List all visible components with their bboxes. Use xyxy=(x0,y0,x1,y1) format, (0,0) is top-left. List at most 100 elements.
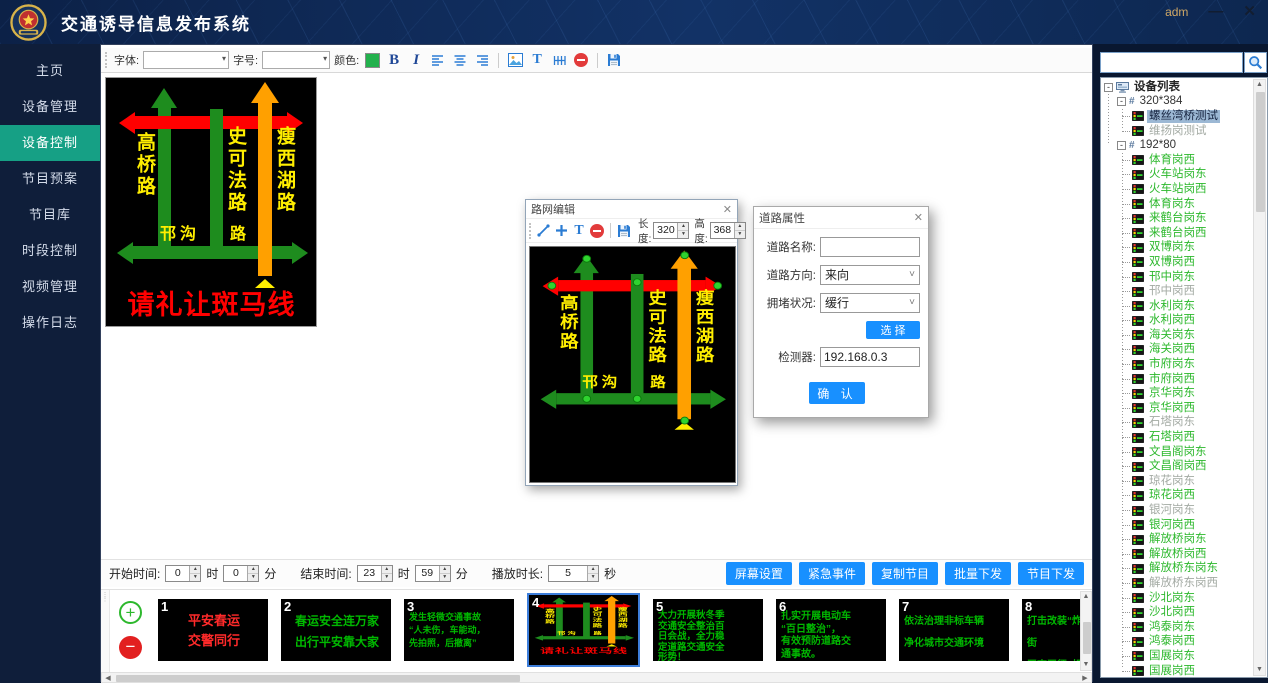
strip-horizontal-scrollbar[interactable]: ◀ ▶ xyxy=(101,672,1092,683)
tree-device[interactable]: 石塔岗东 xyxy=(1101,416,1267,431)
tree-device[interactable]: 石塔岗西 xyxy=(1101,430,1267,445)
line-tool-button[interactable] xyxy=(535,223,551,239)
detector-input[interactable] xyxy=(820,347,920,367)
expand-collapse-icon[interactable]: - xyxy=(1104,83,1113,92)
scrollbar-thumb[interactable] xyxy=(1083,622,1091,654)
scrollbar-thumb[interactable] xyxy=(1256,92,1265,212)
tree-device[interactable]: 体育岗东 xyxy=(1101,197,1267,212)
control-point-dot[interactable] xyxy=(582,394,591,402)
grid-button[interactable] xyxy=(550,51,568,69)
text-tool-button[interactable]: T xyxy=(528,51,546,69)
sidebar-item-operation-log[interactable]: 操作日志 xyxy=(0,305,100,341)
current-user[interactable]: adm xyxy=(1165,5,1188,19)
confirm-button[interactable]: 确 认 xyxy=(809,382,865,404)
bold-button[interactable]: B xyxy=(385,51,403,69)
tree-device[interactable]: 来鹤台岗东 xyxy=(1101,211,1267,226)
tree-scrollbar[interactable]: ▲ ▼ xyxy=(1253,79,1266,676)
batch-send-button[interactable]: 批量下发 xyxy=(945,562,1011,585)
tree-device[interactable]: 螺丝湾桥测试 xyxy=(1101,109,1267,124)
scrollbar-thumb[interactable] xyxy=(116,675,520,682)
program-thumbnail-3[interactable]: 3发生轻微交通事故“人未伤，车能动，先拍照，后撤离” xyxy=(404,599,514,661)
start-minute-stepper[interactable]: 0▲▼ xyxy=(223,565,259,582)
screen-preview[interactable]: 高桥路史可法路瘦西湖路邗沟路请礼让斑马线 xyxy=(105,77,317,327)
tree-device[interactable]: 维扬岗测试 xyxy=(1101,124,1267,139)
font-size-select[interactable] xyxy=(262,51,330,69)
tree-device[interactable]: 解放桥岗东 xyxy=(1101,532,1267,547)
remove-program-button[interactable]: − xyxy=(119,636,142,659)
length-stepper[interactable]: 320▲▼ xyxy=(653,222,689,239)
color-swatch[interactable] xyxy=(363,51,381,69)
save-button[interactable] xyxy=(616,223,632,239)
align-right-button[interactable] xyxy=(473,51,491,69)
tree-device[interactable]: 邗中岗西 xyxy=(1101,284,1267,299)
select-detector-button[interactable]: 选 择 xyxy=(866,321,920,339)
tree-device[interactable]: 琼花岗东 xyxy=(1101,474,1267,489)
tree-device[interactable]: 国展岗西 xyxy=(1101,664,1267,678)
control-point-dot[interactable] xyxy=(680,416,689,424)
tree-group-192x80[interactable]: -#192*80 xyxy=(1101,138,1267,153)
tree-root-device-list[interactable]: -设备列表 xyxy=(1101,80,1267,95)
sidebar-item-device-management[interactable]: 设备管理 xyxy=(0,89,100,125)
tree-device[interactable]: 国展岗东 xyxy=(1101,649,1267,664)
emergency-event-button[interactable]: 紧急事件 xyxy=(799,562,865,585)
scroll-up-icon[interactable]: ▲ xyxy=(1254,81,1265,89)
control-point-dot[interactable] xyxy=(632,394,641,402)
sidebar-item-home[interactable]: 主页 xyxy=(0,53,100,89)
scroll-up-icon[interactable]: ▲ xyxy=(1081,593,1091,601)
road-name-input[interactable] xyxy=(820,237,920,257)
tree-device[interactable]: 海关岗东 xyxy=(1101,328,1267,343)
tree-group-320x384[interactable]: -#320*384 xyxy=(1101,95,1267,110)
tree-device[interactable]: 海关岗西 xyxy=(1101,343,1267,358)
tree-device[interactable]: 解放桥东岗西 xyxy=(1101,576,1267,591)
program-thumbnail-6[interactable]: 6扎实开展电动车“百日整治”，有效预防道路交通事故。 xyxy=(776,599,886,661)
delete-button[interactable] xyxy=(572,51,590,69)
node-tool-button[interactable] xyxy=(553,223,569,239)
program-thumbnail-2[interactable]: 2春运安全连万家出行平安靠大家 xyxy=(281,599,391,661)
congestion-select[interactable]: 缓行 xyxy=(820,293,920,313)
tree-device[interactable]: 琼花岗西 xyxy=(1101,489,1267,504)
strip-splitter[interactable]: ⋮⋮ xyxy=(101,590,110,674)
sidebar-item-time-control[interactable]: 时段控制 xyxy=(0,233,100,269)
roadnet-edit-canvas[interactable]: 高桥路史可法路瘦西湖路邗沟路 xyxy=(529,246,736,483)
program-send-button[interactable]: 节目下发 xyxy=(1018,562,1084,585)
tree-device[interactable]: 京华岗东 xyxy=(1101,386,1267,401)
sidebar-item-video-management[interactable]: 视频管理 xyxy=(0,269,100,305)
tree-device[interactable]: 水利岗东 xyxy=(1101,299,1267,314)
scroll-right-icon[interactable]: ▶ xyxy=(1081,675,1089,683)
strip-vertical-scrollbar[interactable]: ▲ ▼ xyxy=(1080,591,1092,671)
delete-button[interactable] xyxy=(589,223,605,239)
close-icon[interactable]: ✕ xyxy=(914,211,923,224)
tree-device[interactable]: 邗中岗东 xyxy=(1101,270,1267,285)
tree-device[interactable]: 来鹤台岗西 xyxy=(1101,226,1267,241)
tree-device[interactable]: 双博岗西 xyxy=(1101,255,1267,270)
control-point-dot[interactable] xyxy=(680,251,689,259)
program-thumbnail-7[interactable]: 7依法治理非标车辆净化城市交通环境 xyxy=(899,599,1009,661)
text-tool-button[interactable]: T xyxy=(571,223,587,239)
scroll-left-icon[interactable]: ◀ xyxy=(104,675,112,683)
tree-device[interactable]: 双博岗东 xyxy=(1101,241,1267,256)
search-button[interactable] xyxy=(1244,52,1267,73)
program-thumbnail-4[interactable]: 4高桥路史可法路瘦西湖路邗沟路请礼让斑马线 xyxy=(527,593,640,667)
tree-device[interactable]: 解放桥岗西 xyxy=(1101,547,1267,562)
sidebar-item-program-plan[interactable]: 节目预案 xyxy=(0,161,100,197)
tree-device[interactable]: 鸿泰岗西 xyxy=(1101,635,1267,650)
copy-program-button[interactable]: 复制节目 xyxy=(872,562,938,585)
save-button[interactable] xyxy=(605,51,623,69)
properties-dialog-titlebar[interactable]: 道路属性 ✕ xyxy=(754,207,928,229)
add-program-button[interactable]: + xyxy=(119,601,142,624)
tree-device[interactable]: 火车站岗东 xyxy=(1101,168,1267,183)
control-point-dot[interactable] xyxy=(632,278,641,286)
expand-collapse-icon[interactable]: - xyxy=(1117,141,1126,150)
start-hour-stepper[interactable]: 0▲▼ xyxy=(165,565,201,582)
tree-device[interactable]: 文昌阁岗东 xyxy=(1101,445,1267,460)
tree-device[interactable]: 市府岗东 xyxy=(1101,357,1267,372)
program-thumbnail-5[interactable]: 5大力开展秋冬季交通安全整治百日会战，全力稳定道路交通安全形势！ xyxy=(653,599,763,661)
align-left-button[interactable] xyxy=(429,51,447,69)
sidebar-item-program-library[interactable]: 节目库 xyxy=(0,197,100,233)
scroll-down-icon[interactable]: ▼ xyxy=(1081,661,1091,669)
tree-device[interactable]: 鸿泰岗东 xyxy=(1101,620,1267,635)
close-icon[interactable]: ✕ xyxy=(1243,3,1256,21)
control-point-dot[interactable] xyxy=(582,254,591,262)
device-search-input[interactable] xyxy=(1100,52,1243,73)
control-point-dot[interactable] xyxy=(713,281,722,289)
